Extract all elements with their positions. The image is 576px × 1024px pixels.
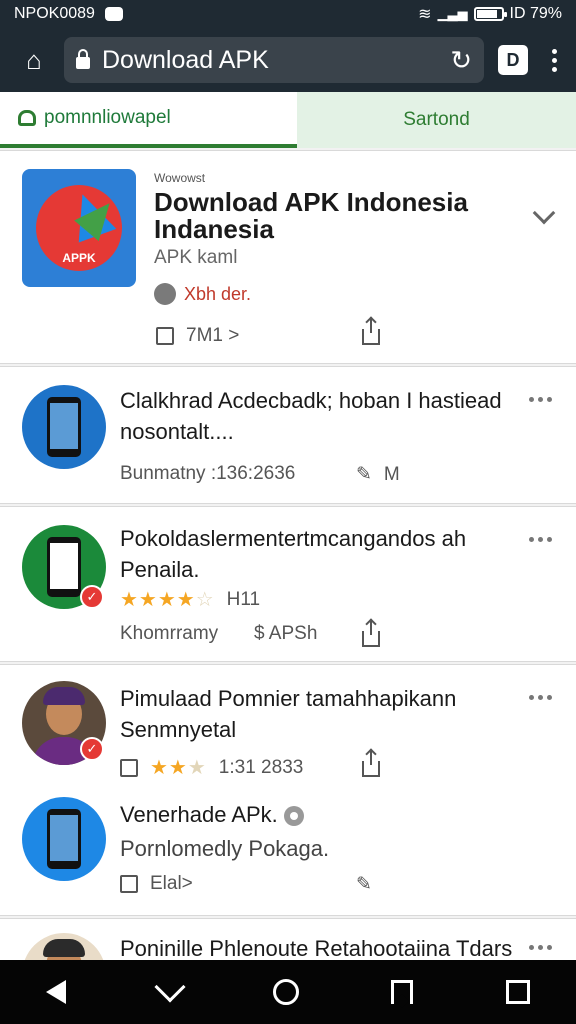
app-title: Clalkhrad Acdecbadk; hoban I hastiead no… [120, 388, 502, 444]
share-icon[interactable] [362, 319, 380, 345]
list-item[interactable]: Clalkhrad Acdecbadk; hoban I hastiead no… [0, 366, 576, 504]
featured-action-label[interactable]: 7M1 > [186, 325, 239, 347]
open-icon[interactable] [120, 758, 138, 777]
rating-stars: ★★★★☆ [120, 589, 215, 611]
app-title: Venerhade APk. [120, 799, 520, 830]
system-nav-bar [0, 960, 576, 1024]
reload-icon[interactable]: ↻ [450, 45, 472, 76]
tab-secondary[interactable]: Sartond [297, 92, 576, 148]
app-icon [22, 385, 106, 469]
share-icon[interactable] [362, 751, 380, 777]
settings-icon [283, 806, 304, 827]
more-horiz-icon[interactable] [529, 537, 552, 542]
tab-primary[interactable]: pomnnliowapel [0, 92, 297, 148]
signal-icon: ▁▃▅ [437, 6, 468, 21]
battery-text: ID 79% [509, 5, 562, 22]
status-text: NPOK0089 [14, 5, 95, 22]
wifi-icon: ≋ [418, 6, 432, 23]
status-bar: NPOK0089 ≋ ▁▃▅ ID 79% [0, 0, 576, 28]
open-icon[interactable] [120, 875, 138, 893]
back-icon[interactable] [46, 980, 67, 1004]
url-text: Download APK [102, 45, 269, 74]
tag-icon[interactable]: ✎ [356, 873, 372, 896]
price-label: $ APSh [254, 623, 317, 645]
tab-label: pomnnliowapel [44, 107, 171, 128]
rating-stars: ★★★ [150, 757, 207, 779]
tab-label: Sartond [403, 109, 470, 130]
top-bar: NPOK0089 ≋ ▁▃▅ ID 79% ⌂ Download APK ↻ D [0, 0, 576, 92]
download-icon[interactable] [154, 971, 186, 1003]
app-title: Pimulaad Pomnier tamahhapikann Senmnyeta… [120, 686, 457, 742]
list-item[interactable]: ✓ Pokoldaslermentertmcangandos ah Penail… [0, 506, 576, 662]
browser-toolbar: ⌂ Download APK ↻ D [0, 28, 576, 92]
featured-subtitle: APK kaml [154, 247, 238, 268]
developer-icon [154, 283, 176, 305]
app-action-label[interactable]: Elal> [150, 873, 193, 895]
battery-fill [476, 10, 498, 18]
app-subtitle: Pornlomedly Pokaga. [120, 836, 330, 861]
more-vert-icon[interactable] [544, 48, 564, 72]
list-item-group: ✓ Pimulaad Pomnier tamahhapikann Senmnye… [0, 664, 576, 916]
home-icon[interactable]: ⌂ [12, 38, 56, 82]
more-horiz-icon[interactable] [529, 397, 552, 402]
tab-switcher-button[interactable]: D [498, 45, 528, 75]
chevron-down-icon[interactable] [532, 201, 556, 225]
tag-icon: ✎ [356, 464, 372, 485]
featured-title: Download APK Indonesia Indanesia [154, 187, 468, 244]
list-item[interactable]: Poninille Phlenoute Retahootaiina Tdars [0, 918, 576, 966]
notification-icon [104, 7, 123, 21]
tab-strip: pomnnliowapel Sartond [0, 92, 576, 148]
verified-badge-icon: ✓ [80, 585, 104, 609]
app-action-label: M [383, 463, 400, 485]
open-icon[interactable] [156, 327, 174, 345]
recents-icon[interactable] [505, 980, 530, 1004]
app-title: Pokoldaslermentertmcangandos ah Penaila. [120, 526, 467, 582]
featured-card[interactable]: APPK Wowowst Download APK Indonesia Inda… [0, 150, 576, 364]
rating-row: ★★★ 1:31 2833 [120, 755, 303, 780]
app-action[interactable]: ✎ M [356, 463, 400, 486]
bookmark-icon[interactable] [391, 980, 414, 1004]
featured-label: Wowowst [154, 171, 206, 185]
home-circle-icon[interactable] [272, 979, 299, 1005]
app-logo-icon: APPK [22, 169, 136, 287]
app-meta-row: Khomrramy [120, 623, 218, 645]
more-horiz-icon[interactable] [529, 695, 552, 700]
battery-icon [473, 7, 507, 21]
address-bar[interactable]: Download APK ↻ [64, 37, 484, 83]
lock-icon [76, 49, 90, 69]
rating-text: H11 [226, 588, 261, 610]
app-meta: Khomrramy [120, 623, 219, 644]
price-text: $ APSh [254, 623, 318, 644]
app-icon [22, 797, 106, 881]
more-horiz-icon[interactable] [529, 945, 552, 950]
store-icon [18, 110, 36, 126]
share-icon[interactable] [362, 621, 380, 647]
app-title-text: Venerhade APk. [120, 802, 278, 827]
verified-badge-icon: ✓ [80, 737, 104, 761]
app-action-row: Elal> [120, 873, 193, 895]
app-meta-row: Bunmatny :136:2636 [120, 463, 295, 485]
rating-text: 1:31 2833 [218, 756, 304, 778]
developer-name: Xbh der. [184, 283, 252, 304]
app-meta: Bunmatny :136:2636 [120, 463, 296, 484]
developer-row[interactable]: Xbh der. [154, 283, 251, 305]
featured-actions: 7M1 > [156, 325, 239, 347]
rating-row: ★★★★☆ H11 [120, 587, 260, 612]
